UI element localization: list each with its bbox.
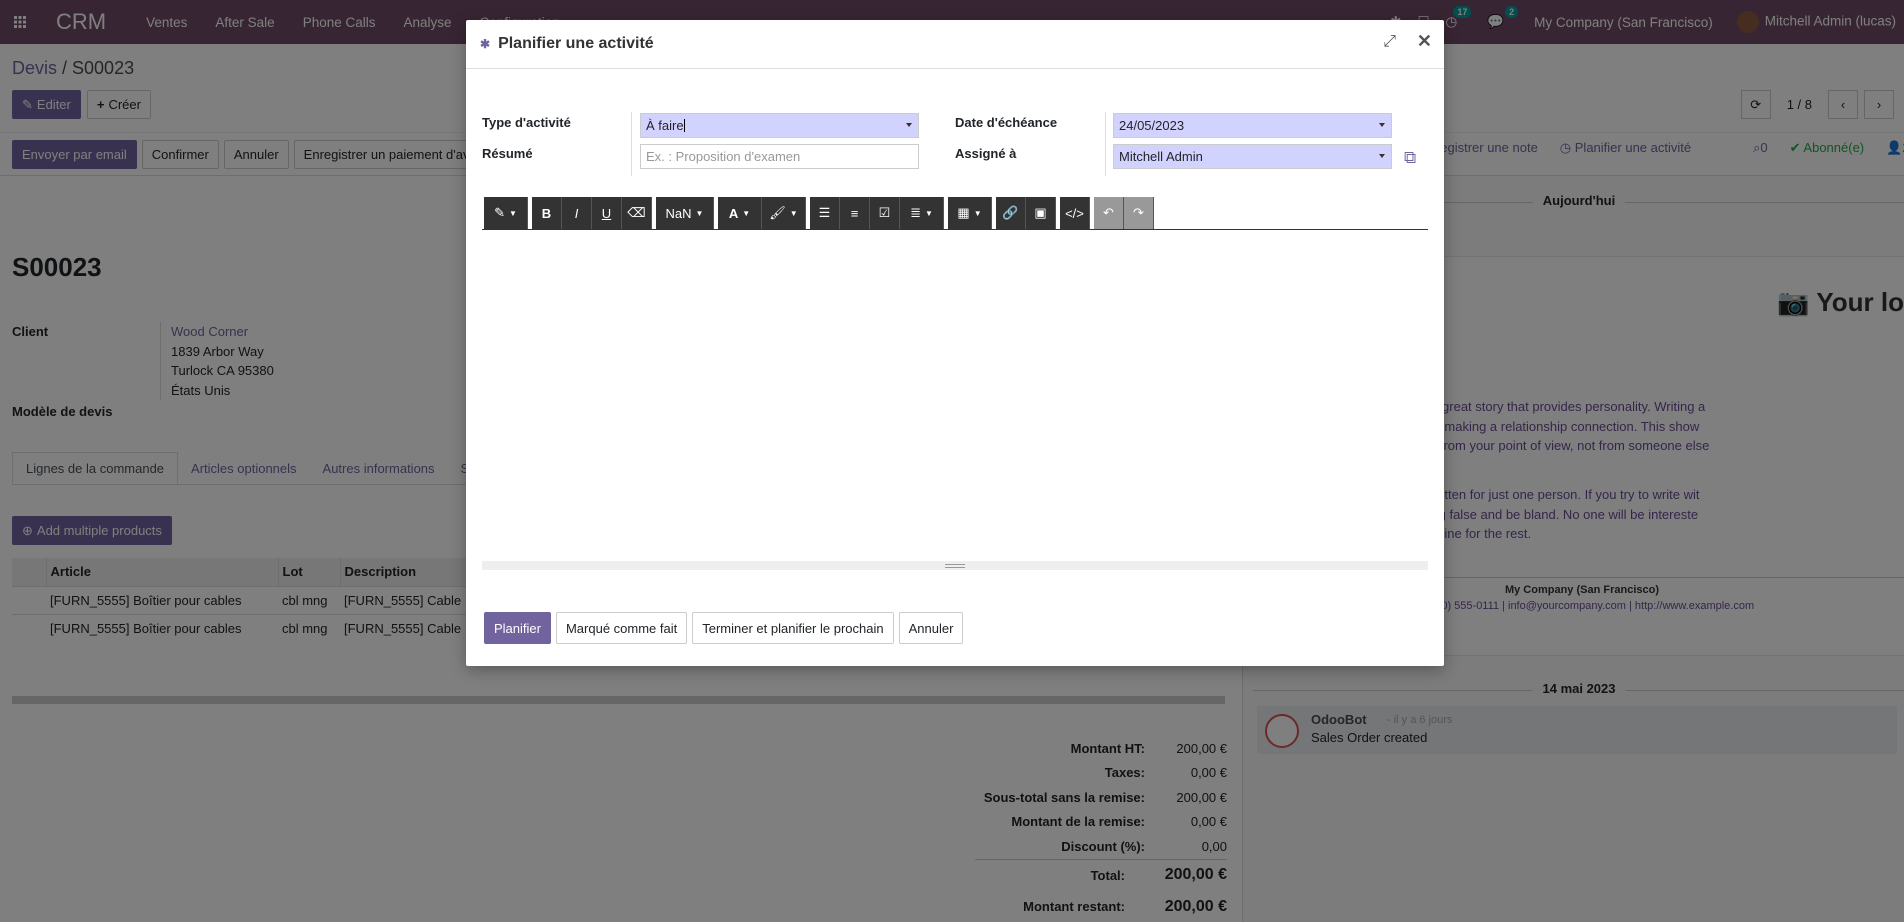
table-icon[interactable]: ▦ ▼ [948, 197, 992, 229]
eraser-icon[interactable]: ⌫ [622, 197, 652, 229]
caret-down-icon [1379, 154, 1385, 158]
bullet-list-icon[interactable]: ☰ [810, 197, 840, 229]
activity-type-label: Type d'activité [482, 115, 571, 130]
text-color-icon[interactable]: A ▼ [718, 197, 762, 229]
align-icon[interactable]: ≣ ▼ [900, 197, 944, 229]
expand-icon[interactable]: ⤢ [1383, 33, 1396, 51]
close-icon[interactable]: ✕ [1417, 31, 1432, 52]
paintbrush-icon[interactable]: 🖌 ▼ [762, 197, 806, 229]
editor-toolbar: ✎ ▼ B I U ⌫ NaN ▼ A ▼ 🖌 ▼ ☰ ≡ ☑ ≣ ▼ ▦ ▼ 🔗 ▣ </… [482, 196, 1428, 230]
redo-icon[interactable]: ↷ [1124, 197, 1154, 229]
done-schedule-next-button[interactable]: Terminer et planifier le prochain [692, 612, 894, 644]
activity-type-value: À faire [646, 118, 684, 133]
font-size-value: NaN [665, 205, 692, 221]
font-size-dropdown[interactable]: NaN ▼ [656, 197, 714, 229]
discard-button[interactable]: Annuler [898, 612, 964, 644]
dialog-header: ✱ Planifier une activité ⤢ ✕ [466, 20, 1444, 69]
undo-icon[interactable]: ↶ [1094, 197, 1124, 229]
dialog-footer: Planifier Marqué comme fait Terminer et … [484, 612, 964, 644]
due-date-value: 24/05/2023 [1119, 118, 1185, 133]
caret-down-icon [906, 123, 912, 127]
note-editor[interactable] [482, 231, 1428, 564]
due-date-label: Date d'échéance [955, 115, 1058, 130]
field-divider [1105, 112, 1106, 176]
link-icon[interactable]: 🔗 [996, 197, 1026, 229]
dialog-title-text: Planifier une activité [498, 35, 654, 52]
activity-type-select[interactable]: À faire [640, 113, 919, 138]
schedule-button[interactable]: Planifier [484, 612, 551, 644]
summary-input[interactable]: Ex. : Proposition d'examen [640, 144, 919, 169]
mark-done-button[interactable]: Marqué comme fait [555, 612, 688, 644]
magic-wand-icon[interactable]: ✎ ▼ [484, 197, 528, 229]
numbered-list-icon[interactable]: ≡ [840, 197, 870, 229]
grip-icon [945, 563, 965, 568]
dialog-title: ✱ Planifier une activité [480, 35, 654, 53]
bold-icon[interactable]: B [532, 197, 562, 229]
editor-resize-handle[interactable] [482, 561, 1428, 570]
assigned-to-select[interactable]: Mitchell Admin [1113, 144, 1392, 169]
caret-down-icon [1379, 123, 1385, 127]
text-cursor [683, 119, 685, 132]
schedule-activity-dialog: ✱ Planifier une activité ⤢ ✕ Type d'acti… [466, 20, 1444, 666]
image-icon[interactable]: ▣ [1026, 197, 1056, 229]
assigned-to-label: Assigné à [955, 146, 1017, 161]
external-link-icon[interactable]: ⧉ [1404, 148, 1416, 168]
field-divider [631, 112, 632, 176]
due-date-input[interactable]: 24/05/2023 [1113, 113, 1392, 138]
underline-icon[interactable]: U [592, 197, 622, 229]
checklist-icon[interactable]: ☑ [870, 197, 900, 229]
summary-placeholder: Ex. : Proposition d'examen [646, 149, 801, 164]
summary-label: Résumé [482, 146, 533, 161]
code-view-icon[interactable]: </> [1060, 197, 1090, 229]
italic-icon[interactable]: I [562, 197, 592, 229]
assigned-to-value: Mitchell Admin [1119, 149, 1203, 164]
bug-icon: ✱ [480, 37, 491, 51]
